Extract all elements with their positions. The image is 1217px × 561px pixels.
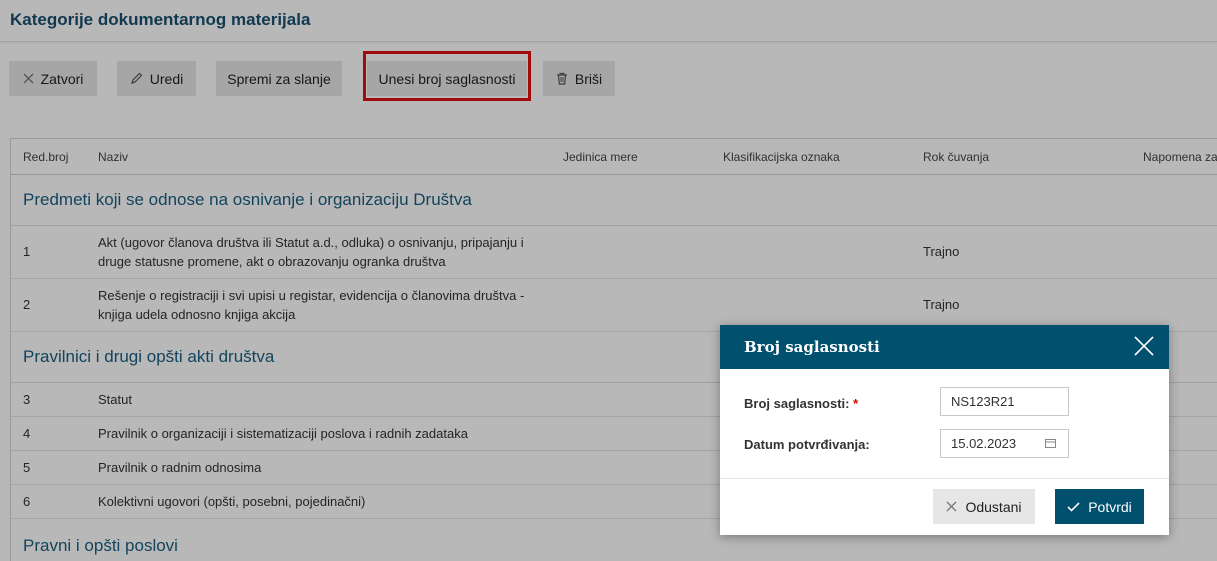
dialog-footer: Odustani Potvrdi [720, 479, 1169, 535]
dialog-header: Broj saglasnosti [720, 325, 1169, 369]
dialog-body: Broj saglasnosti: * Datum potvrđivanja: [720, 369, 1169, 479]
confirm-button-label: Potvrdi [1088, 498, 1132, 515]
consent-number-label-text: Broj saglasnosti: [744, 396, 850, 411]
required-mark: * [853, 396, 859, 411]
calendar-icon[interactable] [1045, 438, 1056, 448]
confirm-button[interactable]: Potvrdi [1055, 489, 1144, 524]
check-icon [1067, 501, 1080, 512]
cancel-button-label: Odustani [965, 498, 1022, 515]
cancel-button[interactable]: Odustani [933, 489, 1035, 524]
dialog-title: Broj saglasnosti [744, 338, 880, 356]
consent-number-dialog: Broj saglasnosti Broj saglasnosti: * Dat… [720, 325, 1169, 535]
close-icon [947, 501, 957, 512]
confirmation-date-field [940, 429, 1069, 458]
close-icon[interactable] [1133, 335, 1155, 357]
consent-number-input[interactable] [940, 387, 1069, 416]
consent-number-label: Broj saglasnosti: * [744, 396, 858, 411]
confirmation-date-label: Datum potvrđivanja: [744, 437, 870, 452]
